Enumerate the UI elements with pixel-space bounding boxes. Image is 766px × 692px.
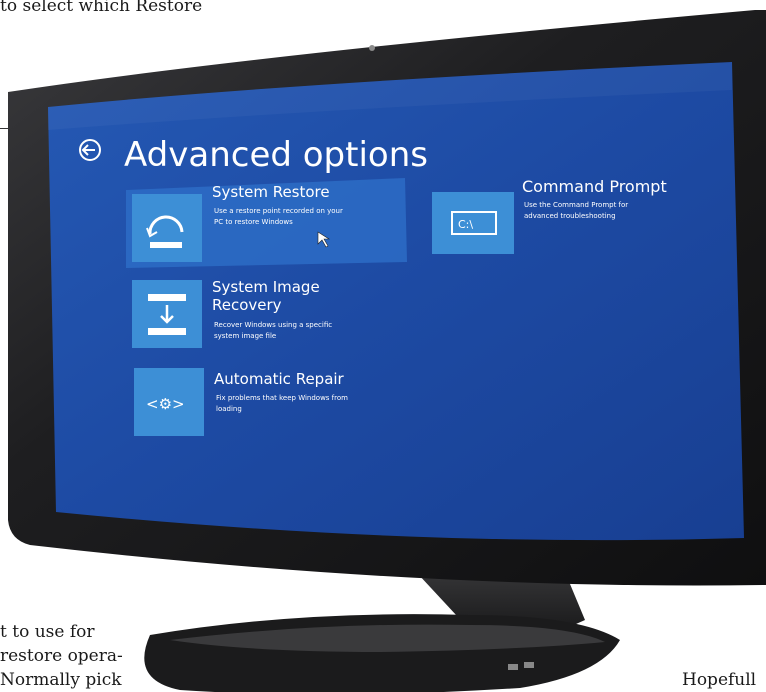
svg-text:C:\: C:\ [458,218,473,231]
usb-port-icon [524,662,534,668]
usb-port-icon [508,664,518,670]
tile-title: System Restore [212,183,330,201]
tile-title: Command Prompt [522,177,667,196]
tile-system-restore[interactable]: System Restore Use a restore point recor… [126,178,407,268]
svg-text:<⚙>: <⚙> [146,395,185,413]
tile-description: Fix problems that keep Windows from [216,394,348,402]
tile-description: PC to restore Windows [214,218,293,226]
tile-description: loading [216,405,242,413]
tile-description: advanced troubleshooting [524,212,616,220]
tile-title: Automatic Repair [214,370,345,388]
tile-description: Recover Windows using a specific [214,321,332,329]
tile-description: Use a restore point recorded on your [214,207,343,215]
monitor-illustration: Advanced options System Restore Use a re… [8,10,766,692]
tile-description: system image file [214,332,276,340]
tile-title: System Image [212,278,320,296]
restore-icon [132,194,202,262]
screen-title: Advanced options [124,135,428,175]
tile-title: Recovery [212,296,282,314]
tile-description: Use the Command Prompt for [524,201,628,209]
webcam-icon [369,45,375,51]
